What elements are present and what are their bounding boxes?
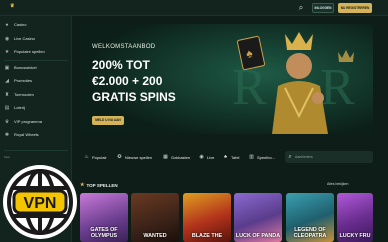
game-title: GATES OF OLYMPUS [90, 227, 118, 239]
sidebar-item-label: Loterij [14, 105, 25, 110]
star-icon: ★ [4, 48, 10, 55]
game-tile[interactable]: LUCKY FRU [337, 193, 373, 242]
sidebar-item-label: Populaire spellen [14, 49, 45, 54]
sidebar-item-label: Toernooien [14, 92, 34, 97]
sidebar-item-live-casino[interactable]: ◉ Live Casino [4, 34, 68, 43]
game-tile[interactable]: BLAZE THE [183, 193, 231, 242]
view-all-link[interactable]: Alles bekijken [327, 182, 348, 186]
sidebar-item-label: VIP programma [14, 119, 42, 124]
category-label: Speelbo... [257, 154, 276, 160]
table-icon: ♣ [223, 153, 228, 160]
sidebar-item-lottery[interactable]: ▤ Loterij [4, 103, 68, 112]
sidebar-item-label: Promoties [14, 78, 33, 83]
brand-logo[interactable]: ♛ [5, 3, 23, 13]
game-title: LUCK OF PANDA [235, 232, 281, 239]
category-label: Populair [92, 154, 107, 160]
sidebar-item-label: Bonuswinkel [14, 65, 37, 70]
crown-icon: ♛ [4, 118, 10, 125]
game-tile[interactable]: GATES OF OLYMPUS [80, 193, 128, 242]
ticket-icon: ▤ [4, 104, 10, 111]
trophy-icon: ♜ [4, 91, 10, 98]
sidebar-item-label: Live Casino [14, 36, 35, 41]
sidebar-item-vip[interactable]: ♛ VIP programma [4, 117, 68, 126]
sidebar-item-royal-wheels[interactable]: ✺ Royal Wheels [4, 130, 68, 139]
game-tile[interactable]: LEGEND OF CLEOPATRA [286, 193, 334, 242]
game-title: LUCKY FRU [339, 232, 371, 239]
category-label: Live [207, 154, 215, 160]
sidebar-item-promotions[interactable]: ◢ Promoties [4, 76, 68, 85]
login-button[interactable]: INLOGGEN [312, 3, 334, 13]
provider-search[interactable]: ⌕ [285, 151, 373, 163]
banner-kicker: WELKOMSTAANBOD [92, 44, 156, 50]
search-icon: ⌕ [288, 153, 292, 160]
section-title-text: TOP SPELLEN [86, 182, 118, 188]
game-title: WANTED [143, 232, 167, 239]
category-label: Tafel [231, 154, 240, 160]
game-title: BLAZE THE [191, 232, 223, 239]
category-slots[interactable]: ▦ Gokkasten [162, 152, 190, 162]
sidebar-item-bonus-shop[interactable]: ▣ Bonuswinkel [4, 63, 68, 72]
crown-icon: ♛ [10, 3, 15, 9]
game-title: LEGEND OF CLEOPATRA [293, 227, 327, 239]
new-icon: ✪ [117, 153, 122, 160]
section-title-top-games: ★ TOP SPELLEN [80, 182, 118, 188]
star-icon: ★ [80, 182, 85, 188]
sidebar-item-tournaments[interactable]: ♜ Toernooien [4, 90, 68, 99]
game-tile[interactable]: LUCK OF PANDA [234, 193, 282, 242]
category-bar: ♨ Populair ✪ Nieuwe spellen ▦ Gokkasten … [80, 148, 373, 166]
svg-text:R: R [320, 59, 355, 116]
provider-search-input[interactable] [295, 155, 369, 159]
live-icon: ◉ [4, 35, 10, 42]
search-icon[interactable]: ⌕ [296, 3, 306, 13]
megaphone-icon: ◢ [5, 77, 9, 84]
banner-headline: GRATIS SPINS [92, 90, 176, 104]
signup-button[interactable]: MELD U NU AAN [92, 116, 124, 125]
welcome-banner[interactable]: R R ♠ WELKOMSTAANBOD 200% TOT €2.000 + 2… [80, 24, 373, 134]
category-label: Nieuwe spellen [125, 154, 153, 160]
banner-headline: €2.000 + 200 [92, 74, 163, 88]
vpn-globe-icon: VPN [3, 165, 77, 239]
divider [4, 150, 68, 151]
divider [4, 60, 68, 61]
slot-icon: ▦ [163, 153, 168, 160]
language-label[interactable]: Taal [4, 155, 10, 159]
live-icon: ◉ [199, 153, 204, 160]
cards-icon: ♠ [5, 21, 9, 28]
providers-icon: ▥ [249, 153, 254, 160]
banner-headline: 200% TOT [92, 58, 150, 72]
gift-icon: ▣ [4, 64, 10, 71]
vpn-label: VPN [24, 195, 57, 212]
category-label: Gokkasten [171, 154, 191, 160]
category-live[interactable]: ◉ Live [198, 152, 214, 162]
sidebar-item-label: Casino [14, 22, 27, 27]
casino-app: ♛ ⌕ INLOGGEN NU REGISTREREN ♠ Casino ◉ L… [0, 0, 388, 242]
category-table[interactable]: ♣ Tafel [222, 152, 240, 162]
top-bar: ♛ ⌕ INLOGGEN NU REGISTREREN [0, 0, 388, 16]
category-providers[interactable]: ▥ Speelbo... [248, 152, 275, 162]
wheel-icon: ✺ [4, 131, 10, 138]
game-tile[interactable]: WANTED [131, 193, 179, 242]
sidebar-item-casino[interactable]: ♠ Casino [4, 20, 68, 29]
category-new-games[interactable]: ✪ Nieuwe spellen [116, 152, 152, 162]
sidebar-item-label: Royal Wheels [14, 132, 39, 137]
sidebar-item-popular[interactable]: ★ Populaire spellen [4, 47, 68, 56]
category-popular[interactable]: ♨ Populair [83, 152, 107, 162]
register-button[interactable]: NU REGISTREREN [338, 3, 372, 13]
fire-icon: ♨ [84, 153, 89, 160]
